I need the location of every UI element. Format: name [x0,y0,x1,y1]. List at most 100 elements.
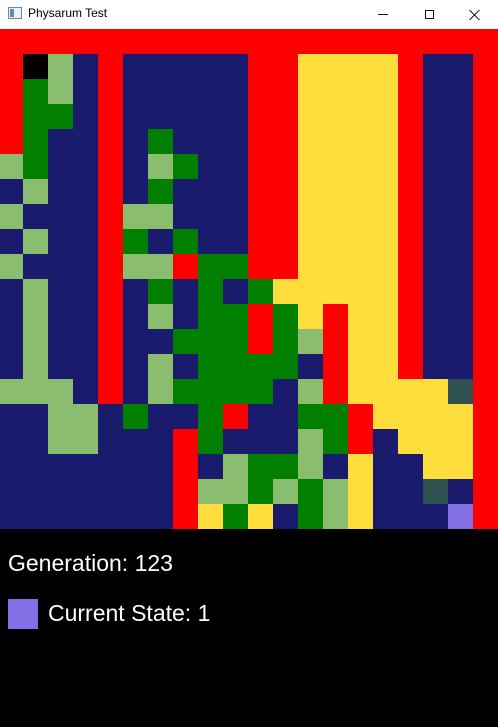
grid-cell [223,304,248,329]
grid-cell [0,454,23,479]
grid-cell [48,329,73,354]
simulation-grid[interactable] [0,29,498,529]
title-bar[interactable]: Physarum Test [0,0,498,30]
grid-cell [298,329,323,354]
grid-cell [0,429,23,454]
grid-cell [123,154,148,179]
grid-cell [273,204,298,229]
grid-cell [448,479,473,504]
grid-cell [98,279,123,304]
grid-cell [223,354,248,379]
grid-cell [373,329,398,354]
grid-cell [298,354,323,379]
grid-cell [173,254,198,279]
grid-cell [423,479,448,504]
grid-cell [148,504,173,529]
grid-cell [423,154,448,179]
grid-cell [298,29,323,54]
grid-cell [473,204,498,229]
grid-cell [423,404,448,429]
grid-cell [223,204,248,229]
grid-cell [348,329,373,354]
grid-cell [473,104,498,129]
grid-cell [448,229,473,254]
grid-cell [98,504,123,529]
grid-cell [298,154,323,179]
grid-cell [223,279,248,304]
grid-cell [123,129,148,154]
grid-cell [223,479,248,504]
grid-cell [198,354,223,379]
grid-cell [198,29,223,54]
grid-cell [398,429,423,454]
grid-cell [73,479,98,504]
grid-cell [398,54,423,79]
grid-cell [473,479,498,504]
maximize-button[interactable] [406,0,452,29]
grid-cell [348,29,373,54]
grid-cell [323,404,348,429]
app-window: Physarum Test Generation: 123 Current St… [0,0,498,727]
grid-cell [473,504,498,529]
grid-cell [248,229,273,254]
grid-cell [473,379,498,404]
grid-cell [448,304,473,329]
grid-cell [0,354,23,379]
grid-cell [298,129,323,154]
grid-cell [123,229,148,254]
grid-cell [123,504,148,529]
grid-cell [348,279,373,304]
grid-cell [23,79,48,104]
grid-cell [448,129,473,154]
grid-cell [198,254,223,279]
grid-cell [148,404,173,429]
grid-cell [248,29,273,54]
grid-cell [73,204,98,229]
grid-cell [223,329,248,354]
grid-cell [198,279,223,304]
grid-cell [198,504,223,529]
grid-cell [448,279,473,304]
grid-cell [398,29,423,54]
close-button[interactable] [452,0,498,29]
grid-cell [448,154,473,179]
grid-cell [173,329,198,354]
grid-cell [298,404,323,429]
grid-cell [373,379,398,404]
grid-cell [48,279,73,304]
grid-cell [23,504,48,529]
grid-cell [248,129,273,154]
grid-cell [223,104,248,129]
grid-cell [123,404,148,429]
grid-cell [23,479,48,504]
grid-cell [173,104,198,129]
grid-cell [0,504,23,529]
grid-cell [273,379,298,404]
grid-cell [373,129,398,154]
grid-cell [373,104,398,129]
grid-cell [23,279,48,304]
grid-cell [298,204,323,229]
grid-cell [473,154,498,179]
maximize-icon [424,10,434,19]
grid-cell [298,479,323,504]
minimize-button[interactable] [360,0,406,29]
grid-cell [173,129,198,154]
grid-cell [73,329,98,354]
grid-cell [73,354,98,379]
grid-cell [98,354,123,379]
grid-cell [48,229,73,254]
grid-cell [373,479,398,504]
grid-cell [273,104,298,129]
grid-cell [23,429,48,454]
grid-cell [273,154,298,179]
grid-cell [273,454,298,479]
grid-cell [148,79,173,104]
grid-cell [448,504,473,529]
grid-cell [48,54,73,79]
grid-cell [448,354,473,379]
grid-cell [373,404,398,429]
grid-cell [348,79,373,104]
grid-cell [298,304,323,329]
generation-label: Generation: 123 [8,550,173,576]
